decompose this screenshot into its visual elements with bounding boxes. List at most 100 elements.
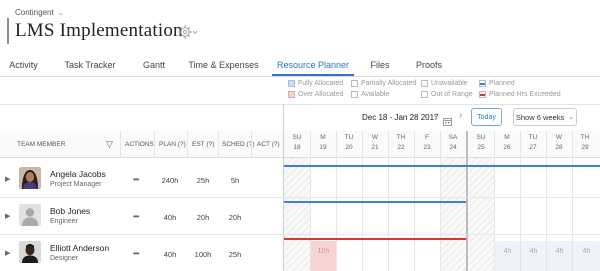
title-accent-bar [7, 18, 9, 44]
available-cell[interactable]: 4h [547, 241, 572, 271]
column-divider [251, 131, 252, 157]
day-header: SU 25 [476, 134, 486, 151]
gear-icon[interactable] [178, 24, 198, 40]
swatch-unavailable [421, 80, 428, 87]
actions-menu-button[interactable]: ••• [133, 249, 139, 258]
actions-menu-button[interactable]: ••• [133, 175, 139, 184]
avatar [19, 241, 41, 263]
plan-value: 40h [163, 213, 177, 222]
legend-label: Planned Hrs Exceeded [489, 91, 561, 98]
day-header: TU 20 [344, 134, 354, 151]
legend-fully-allocated: Fully Allocated [288, 80, 343, 87]
expand-row-icon[interactable]: ▶ [5, 249, 10, 257]
tabs-divider [0, 76, 600, 77]
legend-label: Planned [489, 80, 515, 87]
column-team-member[interactable]: TEAM MEMBER [17, 141, 65, 148]
member-name[interactable]: Bob Jones [50, 206, 90, 216]
sched-value: 25h [228, 250, 242, 259]
legend-label: Fully Allocated [298, 80, 344, 87]
column-divider [187, 131, 188, 157]
tab-task-tracker[interactable]: Task Tracker [47, 58, 133, 76]
column-sched[interactable]: SCHED (?) [222, 141, 255, 148]
day-header: SU 18 [292, 134, 302, 151]
over-allocated-cell[interactable]: 10h [311, 241, 336, 271]
column-divider [218, 131, 219, 157]
legend-out-of-range: Out of Range [421, 91, 473, 98]
tab-proofs[interactable]: Proofs [406, 58, 452, 76]
column-divider [154, 131, 155, 157]
actions-menu-button[interactable]: ••• [133, 212, 139, 221]
legend-label: Partially Allocated [361, 80, 417, 87]
legend-over-allocated: Over Allocated [288, 91, 344, 98]
page-title: LMS Implementation [15, 20, 183, 41]
swatch-partially-allocated [351, 80, 358, 87]
tab-activity[interactable]: Activity [0, 58, 47, 76]
weeks-select[interactable]: Show 6 weeks ⌄ [513, 108, 577, 126]
column-est[interactable]: EST (?) [192, 141, 214, 148]
chevron-down-icon: ⌄ [57, 9, 64, 17]
row-divider [0, 197, 600, 198]
breadcrumb[interactable]: Contingent ⌄ [15, 8, 64, 17]
legend-partially-allocated: Partially Allocated [351, 80, 416, 87]
tab-time-expenses[interactable]: Time & Expenses [175, 58, 272, 76]
swatch-out-of-range [421, 91, 428, 98]
expand-row-icon[interactable]: ▶ [5, 175, 10, 183]
calendar-icon[interactable] [443, 113, 452, 126]
member-role: Project Manager [50, 181, 102, 188]
day-header: SA 24 [448, 134, 458, 151]
est-value: 20h [196, 213, 210, 222]
column-act[interactable]: ACT (?) [257, 141, 280, 148]
legend-label: Available [361, 91, 390, 98]
day-header: W 28 [555, 134, 563, 151]
swatch-planned-hrs-exceeded [479, 91, 486, 98]
today-button[interactable]: Today [471, 108, 502, 126]
tab-gantt[interactable]: Gantt [133, 58, 175, 76]
planned-hrs-exceeded-bar [284, 238, 466, 240]
sched-value: 20h [228, 213, 242, 222]
day-header: TH 22 [396, 134, 406, 151]
plan-value: 40h [163, 250, 177, 259]
swatch-planned [479, 80, 486, 87]
swatch-fully-allocated [288, 80, 295, 87]
member-name[interactable]: Angela Jacobs [50, 169, 106, 179]
sched-value: 5h [230, 176, 240, 185]
tab-resource-planner[interactable]: Resource Planner [272, 58, 354, 76]
weekend-column [468, 158, 494, 271]
member-name[interactable]: Elliott Anderson [50, 243, 109, 253]
weekend-column [284, 158, 310, 271]
column-actions: ACTIONS [125, 141, 154, 148]
avatar [19, 204, 41, 226]
member-role: Engineer [50, 218, 79, 225]
day-header: M 26 [503, 134, 511, 151]
expand-row-icon[interactable]: ▶ [5, 212, 10, 220]
legend-planned: Planned [479, 80, 515, 87]
swatch-available [351, 91, 358, 98]
available-cell[interactable]: 4h [521, 241, 546, 271]
row-divider [0, 234, 600, 235]
day-header: TU 27 [528, 134, 538, 151]
legend-label: Over Allocated [298, 91, 344, 98]
tab-bar: Activity Task Tracker Gantt Time & Expen… [0, 58, 600, 76]
available-cell[interactable]: 4h [573, 241, 600, 271]
day-header: M 19 [319, 134, 327, 151]
day-header: F 23 [423, 134, 431, 151]
planned-bar [284, 165, 600, 167]
chevron-down-icon: ⌄ [568, 114, 575, 121]
legend-unavailable: Unavailable [421, 80, 468, 87]
filter-icon[interactable]: ▽ [106, 139, 113, 150]
avatar [19, 167, 41, 189]
swatch-over-allocated [288, 91, 295, 98]
week-divider [466, 131, 468, 271]
est-value: 100h [194, 250, 212, 259]
previous-range-button[interactable]: ‹ [434, 110, 437, 121]
column-divider [120, 131, 121, 157]
available-cell[interactable]: 4h [495, 241, 520, 271]
legend-available: Available [351, 91, 389, 98]
legend-label: Out of Range [431, 91, 473, 98]
grid-top-border [0, 104, 600, 105]
next-range-button[interactable]: › [459, 110, 462, 121]
column-plan[interactable]: PLAN (?) [159, 141, 186, 148]
planned-bar [284, 201, 466, 203]
breadcrumb-label: Contingent [15, 8, 54, 17]
tab-files[interactable]: Files [354, 58, 406, 76]
